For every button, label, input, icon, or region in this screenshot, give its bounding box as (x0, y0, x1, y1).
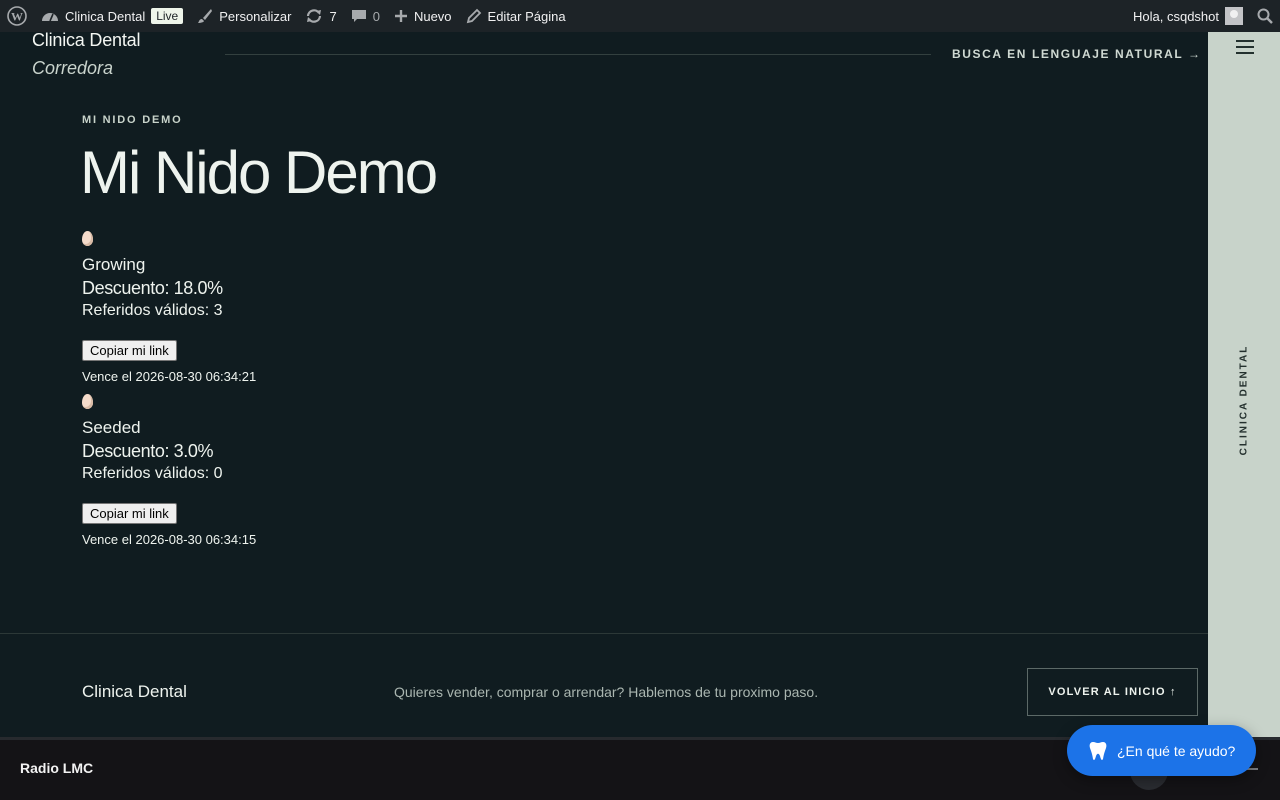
copy-link-button[interactable]: Copiar mi link (82, 340, 177, 361)
nest-expiry: Vence el 2026-08-30 06:34:21 (82, 369, 257, 384)
brush-icon (198, 9, 213, 23)
egg-icon (82, 231, 93, 246)
nest-discount: Descuento: 3.0% (82, 441, 214, 461)
pencil-icon (466, 8, 481, 24)
site-title[interactable]: Clinica Dental (32, 30, 140, 51)
customize-label: Personalizar (219, 8, 292, 24)
comments-count: 0 (372, 8, 380, 24)
page-eyebrow: MI NIDO DEMO (82, 114, 183, 126)
header-divider (225, 54, 931, 55)
edit-page-label: Editar Página (487, 8, 566, 24)
admin-search-button[interactable] (1250, 0, 1280, 32)
comments-link[interactable]: 0 (344, 0, 387, 32)
new-label: Nuevo (413, 8, 452, 24)
egg-icon (82, 394, 93, 409)
plus-icon (394, 10, 407, 22)
menu-icon[interactable] (1236, 40, 1254, 54)
footer-cta-text: Quieres vender, comprar o arrendar? Habl… (394, 684, 819, 700)
customize-link[interactable]: Personalizar (190, 0, 298, 32)
copy-link-button[interactable]: Copiar mi link (82, 503, 177, 524)
edit-page-link[interactable]: Editar Página (459, 0, 573, 32)
nest-expiry: Vence el 2026-08-30 06:34:15 (82, 532, 257, 547)
avatar (1225, 7, 1243, 25)
dashboard-icon (42, 13, 58, 22)
new-content-link[interactable]: Nuevo (387, 0, 459, 32)
rail-brand-text: CLINICA DENTAL (1238, 344, 1250, 456)
greeting: Hola, csqdshot (1133, 8, 1219, 24)
admin-site-name: Clinica Dental (65, 8, 146, 24)
admin-bar: W Clinica Dental Live Personalizar 7 0 N… (0, 0, 1280, 32)
nest-referrals: Referidos válidos: 0 (82, 465, 223, 482)
radio-station-name: Radio LMC (20, 760, 94, 776)
side-rail: CLINICA DENTAL (1208, 32, 1280, 738)
live-badge: Live (151, 8, 184, 24)
nest-discount: Descuento: 18.0% (82, 278, 223, 298)
back-to-top-button[interactable]: VOLVER AL INICIO ↑ (1027, 668, 1198, 716)
tooth-icon (1089, 741, 1107, 760)
site-tagline: Corredora (32, 58, 114, 78)
nest-stage: Seeded (82, 418, 141, 437)
svg-text:W: W (11, 10, 23, 24)
page-title: Mi Nido Demo (80, 139, 438, 206)
chat-label: ¿En qué te ayudo? (1117, 742, 1236, 759)
search-icon (1257, 8, 1273, 24)
chat-assistant-button[interactable]: ¿En qué te ayudo? (1067, 725, 1256, 776)
nest-card: Seeded Descuento: 3.0% Referidos válidos… (82, 394, 482, 547)
nest-stage: Growing (82, 255, 146, 274)
comment-icon (351, 10, 366, 22)
admin-site-menu[interactable]: Clinica Dental Live (34, 0, 190, 32)
updates-link[interactable]: 7 (298, 0, 343, 32)
wordpress-logo-icon[interactable]: W (0, 0, 34, 32)
natural-language-search-link[interactable]: BUSCA EN LENGUAJE NATURAL → (952, 47, 1202, 61)
nest-card: Growing Descuento: 18.0% Referidos válid… (82, 231, 482, 384)
updates-icon (307, 9, 322, 23)
nest-referrals: Referidos válidos: 3 (82, 302, 223, 319)
footer-brand: Clinica Dental (82, 682, 187, 701)
footer-divider (0, 633, 1208, 634)
account-menu[interactable]: Hola, csqdshot (1126, 0, 1250, 32)
updates-count: 7 (329, 8, 337, 24)
